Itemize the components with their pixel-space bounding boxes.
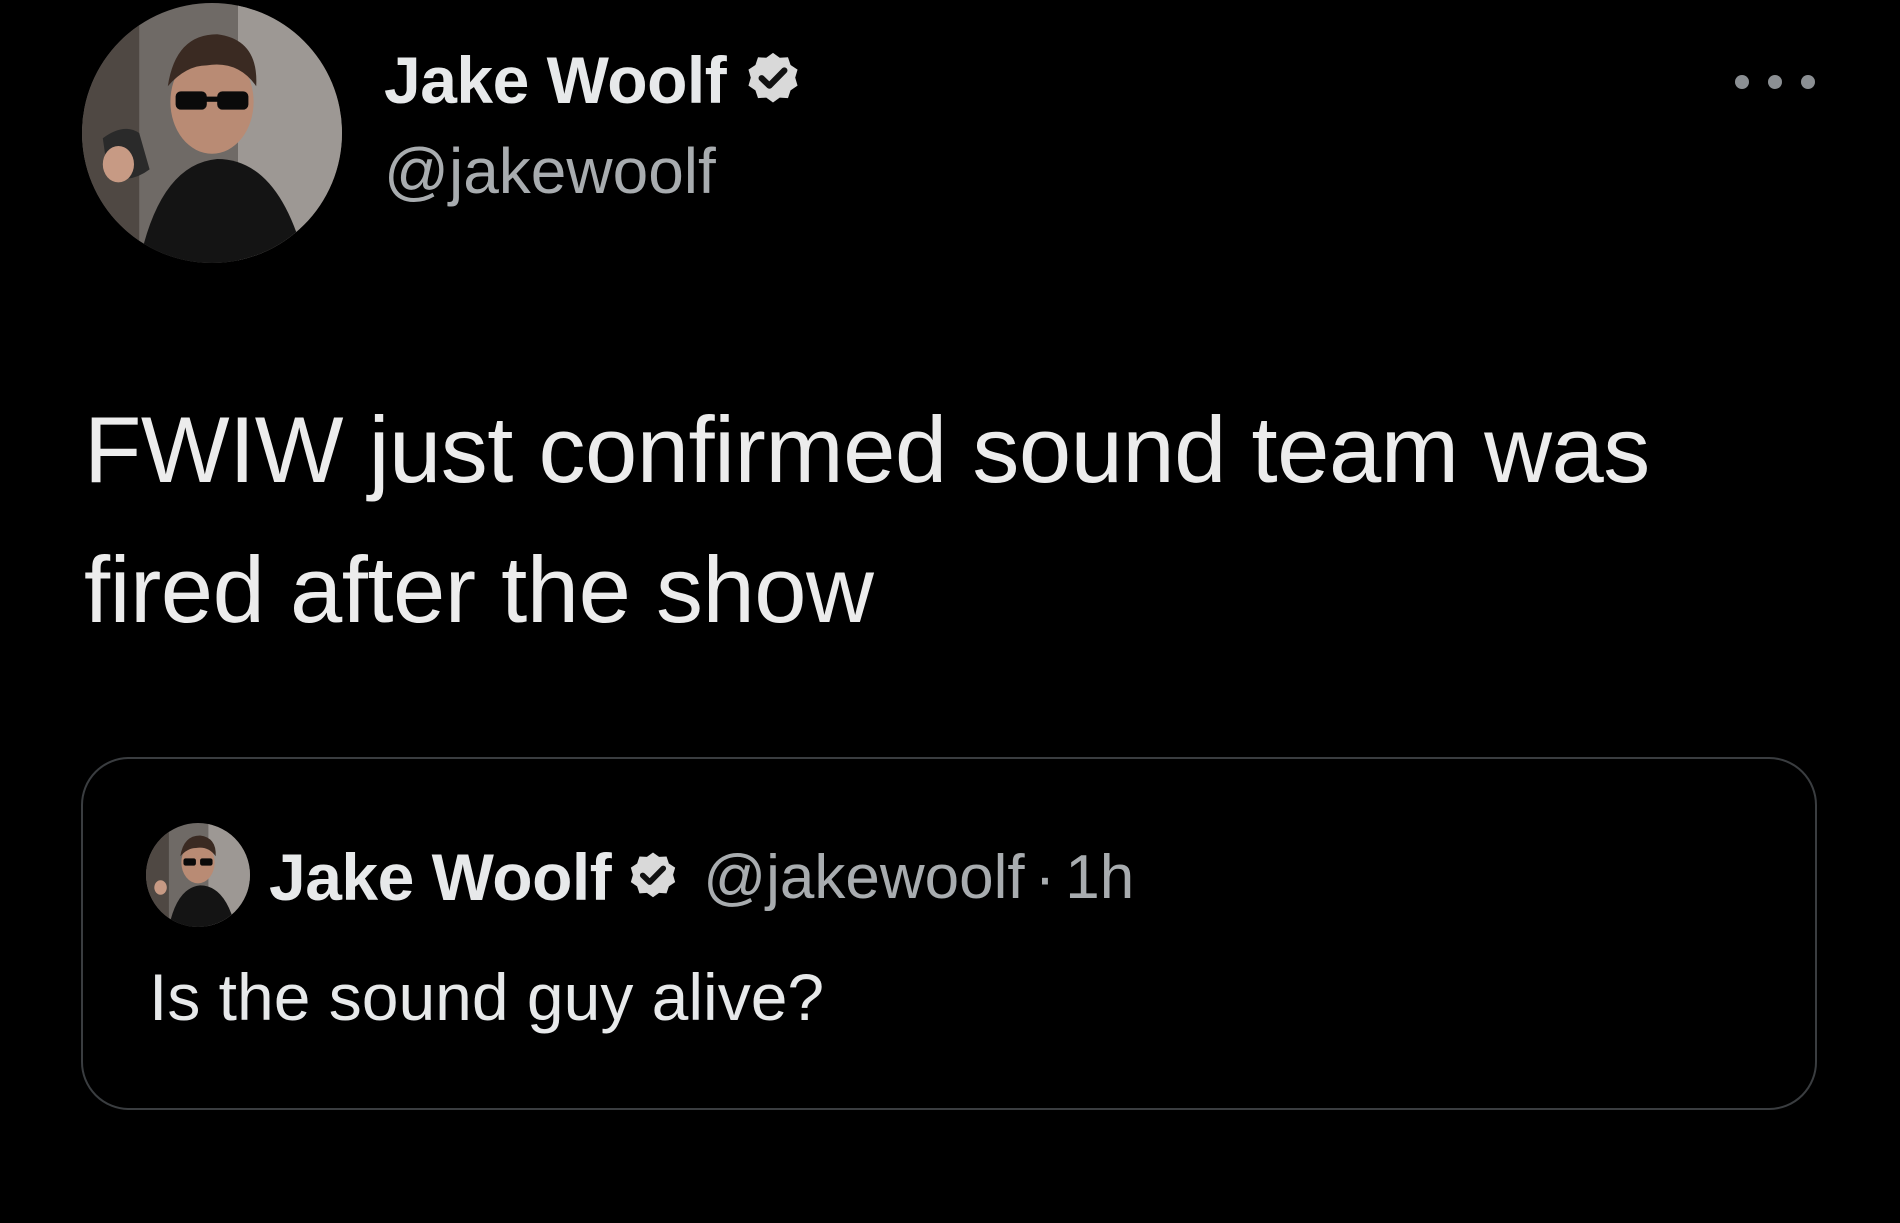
author-name-text[interactable]: Jake Woolf <box>384 42 727 118</box>
quoted-author-avatar[interactable] <box>146 823 250 927</box>
avatar-photo-icon <box>146 823 250 927</box>
more-options-icon[interactable] <box>1735 68 1815 96</box>
more-dot <box>1801 75 1815 89</box>
more-dot <box>1768 75 1782 89</box>
quoted-author-name[interactable]: Jake Woolf <box>269 839 612 915</box>
author-avatar[interactable] <box>82 3 342 263</box>
quoted-tweet-text: Is the sound guy alive? <box>149 960 825 1034</box>
verified-badge-icon <box>625 849 681 905</box>
tweet: Jake Woolf @jakewoolf FWIW just confirme… <box>0 0 1900 1223</box>
quoted-tweet-timestamp[interactable]: 1h <box>1065 842 1134 913</box>
quoted-author-handle[interactable]: @jakewoolf <box>703 842 1024 913</box>
tweet-text: FWIW just confirmed sound team was fired… <box>84 397 1650 642</box>
author-handle[interactable]: @jakewoolf <box>384 134 716 208</box>
quoted-tweet-card[interactable]: Jake Woolf @jakewoolf · 1h Is the sound … <box>81 757 1817 1110</box>
avatar-photo-icon <box>82 3 342 263</box>
more-dot <box>1735 75 1749 89</box>
quoted-tweet-header: Jake Woolf @jakewoolf · 1h <box>269 839 1134 915</box>
author-display-name[interactable]: Jake Woolf <box>384 42 804 118</box>
verified-badge-icon <box>742 49 804 111</box>
meta-separator: · <box>1034 842 1056 912</box>
